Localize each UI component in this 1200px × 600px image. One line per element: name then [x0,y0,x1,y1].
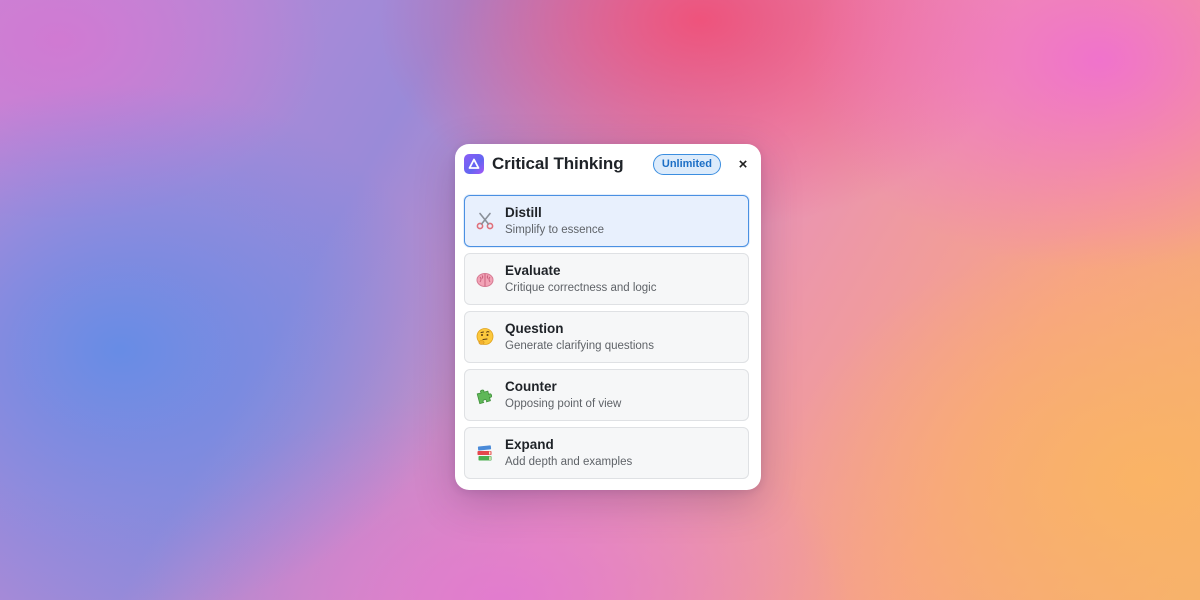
option-evaluate[interactable]: Evaluate Critique correctness and logic [464,253,749,305]
close-button[interactable]: × [734,155,752,173]
option-title: Expand [505,436,554,452]
dialog-title: Critical Thinking [492,154,624,173]
option-title: Counter [505,378,557,394]
option-expand[interactable]: Expand Add depth and examples [464,427,749,479]
close-icon: × [738,155,748,173]
option-subtitle: Opposing point of view [505,397,622,410]
critical-thinking-dialog: Critical Thinking Unlimited × Distill Si… [455,144,761,490]
option-subtitle: Simplify to essence [505,223,605,236]
dialog-header: Critical Thinking Unlimited × [464,153,752,175]
option-title: Question [505,320,564,336]
option-subtitle: Critique correctness and logic [505,281,657,294]
brain-icon [475,269,495,289]
options-list: Distill Simplify to essence Evaluate Cri… [464,195,749,485]
option-title: Distill [505,204,542,220]
app-logo-icon [464,154,484,174]
books-icon [475,443,495,463]
thinking-face-icon [475,327,495,347]
option-distill[interactable]: Distill Simplify to essence [464,195,749,247]
option-title: Evaluate [505,262,561,278]
puzzle-piece-icon [475,385,495,405]
option-counter[interactable]: Counter Opposing point of view [464,369,749,421]
plan-badge: Unlimited [652,153,721,175]
scissors-icon [475,211,495,231]
option-subtitle: Add depth and examples [505,455,633,468]
option-subtitle: Generate clarifying questions [505,339,654,352]
option-question[interactable]: Question Generate clarifying questions [464,311,749,363]
